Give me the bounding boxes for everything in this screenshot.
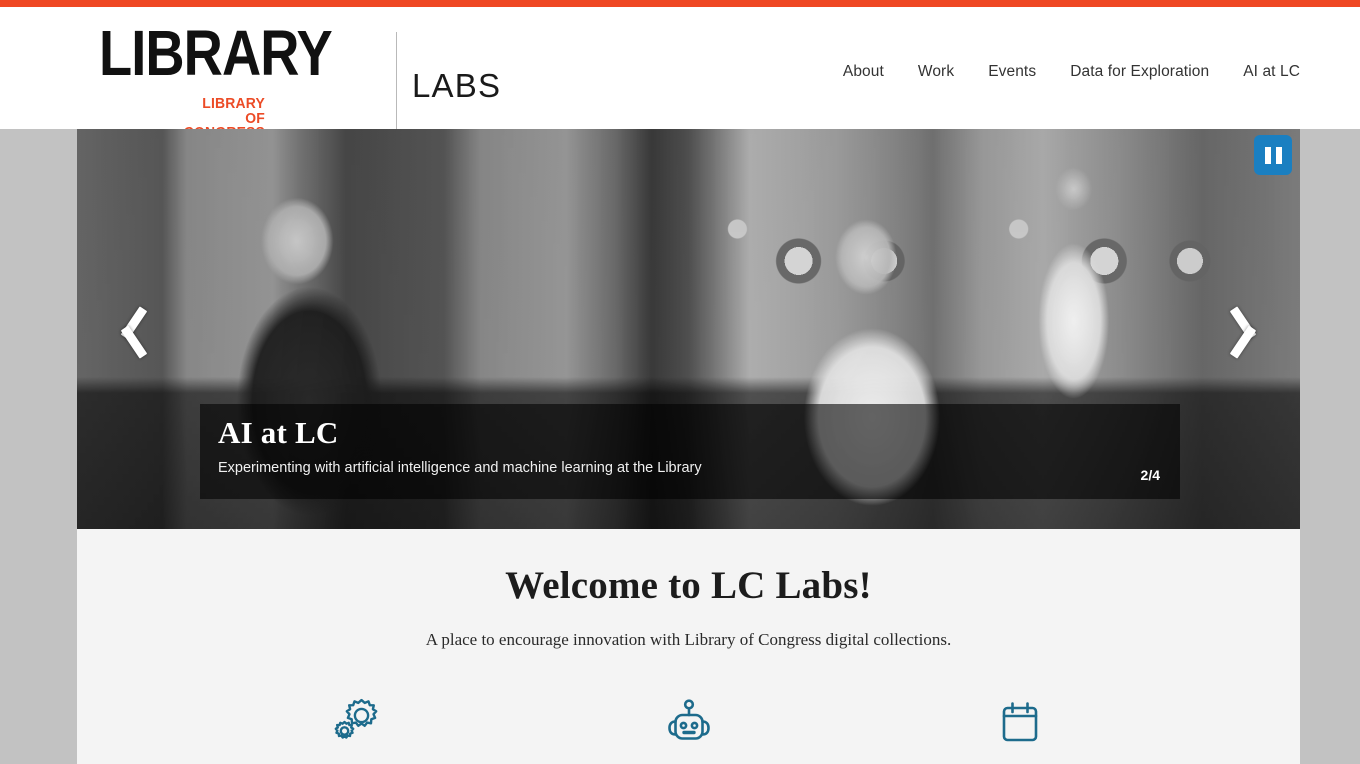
carousel-caption: AI at LC Experimenting with artificial i… [200, 404, 1180, 499]
carousel-next-button[interactable] [1226, 297, 1282, 361]
chevron-left-icon [108, 303, 138, 355]
site-logo[interactable]: LIBRARY LIBRARY OF CONGRESS LABS [99, 17, 500, 140]
nav-item-ai-at-lc[interactable]: AI at LC [1226, 57, 1300, 87]
calendar-icon [900, 693, 1140, 751]
welcome-subtitle: A place to encourage innovation with Lib… [425, 630, 952, 649]
carousel-pause-button[interactable] [1254, 135, 1292, 175]
nav-item-work[interactable]: Work [901, 57, 971, 87]
carousel-caption-title: AI at LC [218, 415, 339, 450]
site-header: LIBRARY LIBRARY OF CONGRESS LABS About W… [0, 7, 1360, 140]
nav-item-about[interactable]: About [826, 57, 901, 87]
logo-loc-line1: LIBRARY [202, 96, 265, 112]
main-navigation: About Work Events Data for Exploration A… [826, 57, 1300, 87]
chevron-right-icon [1239, 303, 1269, 355]
robot-icon [569, 693, 809, 751]
nav-item-data-for-exploration[interactable]: Data for Exploration [1053, 57, 1226, 87]
logo-wordmark: LIBRARY [99, 17, 333, 90]
logo-labs-text: LABS [412, 67, 502, 104]
feature-experiments[interactable]: Experiments [237, 693, 477, 764]
carousel-prev-button[interactable] [95, 297, 151, 361]
top-accent-bar [0, 0, 1360, 7]
logo-divider [396, 32, 397, 130]
pause-icon-bar-left [1264, 146, 1271, 164]
feature-links: Experiments Data for Exploration [77, 693, 1300, 764]
nav-item-events[interactable]: Events [971, 57, 1053, 87]
feature-data-for-exploration[interactable]: Data for Exploration [569, 693, 809, 764]
gears-icon [237, 693, 477, 751]
welcome-section: Welcome to LC Labs! A place to encourage… [77, 529, 1300, 652]
carousel-slide-counter: 2/4 [1140, 467, 1160, 483]
hero-carousel: AI at LC Experimenting with artificial i… [77, 129, 1300, 529]
content-container: AI at LC Experimenting with artificial i… [77, 129, 1300, 764]
page-title: Welcome to LC Labs! [505, 564, 872, 607]
pause-icon-bar-right [1275, 146, 1282, 164]
carousel-caption-subtitle: Experimenting with artificial intelligen… [218, 460, 702, 476]
feature-events[interactable]: Events [900, 693, 1140, 764]
